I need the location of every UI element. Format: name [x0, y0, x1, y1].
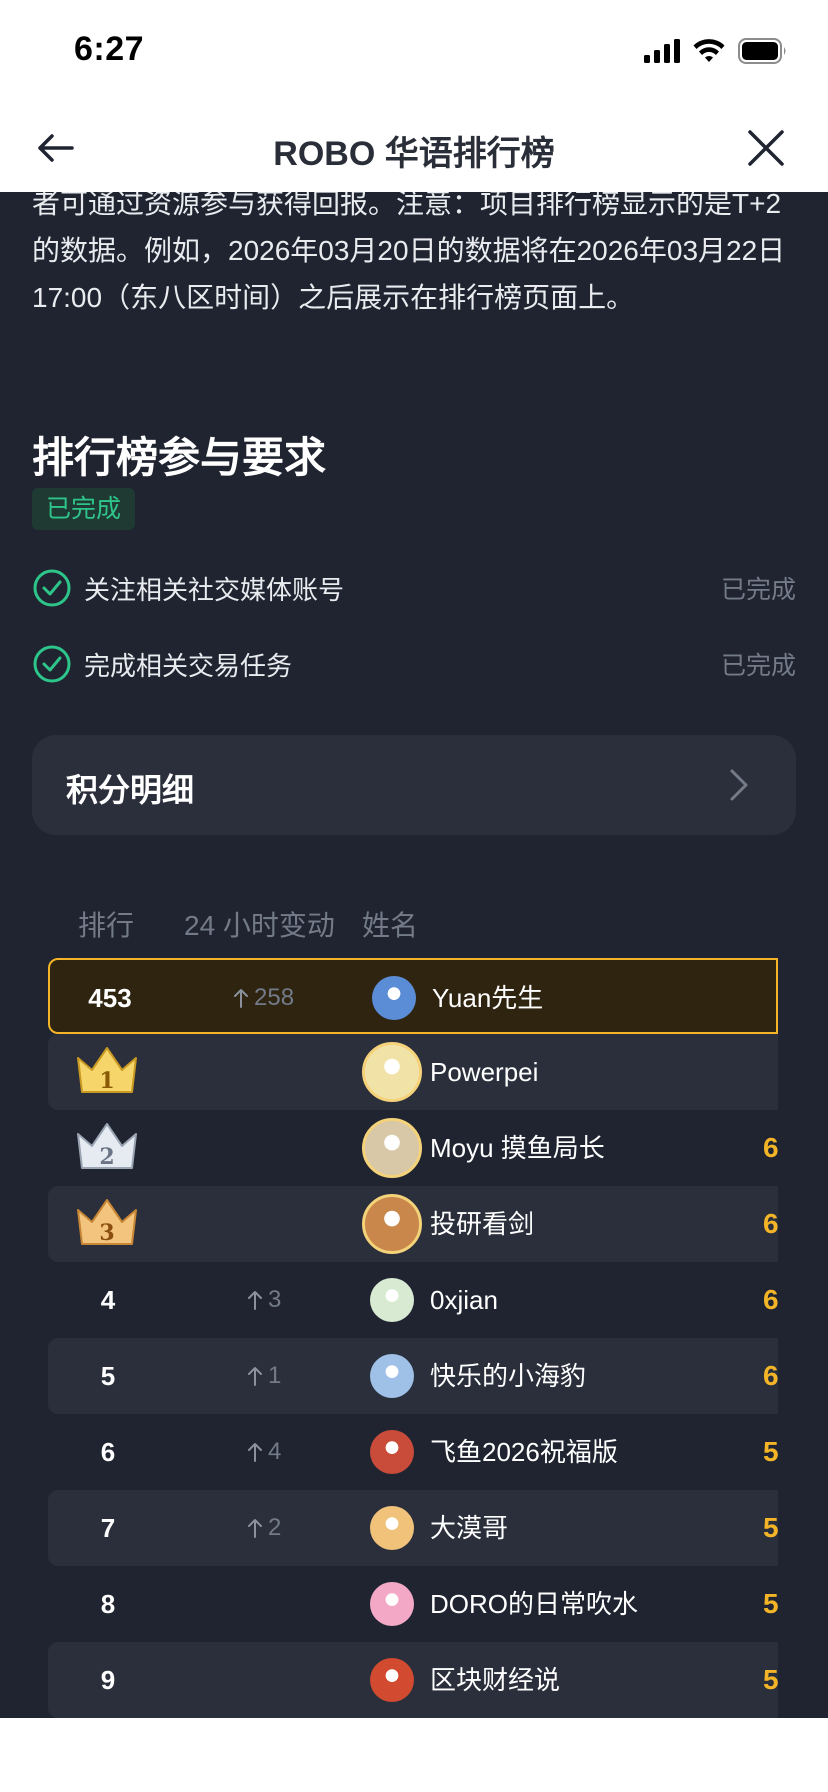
arrow-up-icon	[248, 1519, 262, 1538]
user-name: Powerpei	[430, 1057, 539, 1087]
user-name: Moyu 摸鱼局长	[430, 1133, 605, 1163]
check-circle-icon	[33, 645, 71, 683]
wifi-icon	[693, 39, 725, 62]
bottom-safe-area	[0, 1718, 828, 1792]
rank-number: 453	[88, 983, 132, 1013]
user-name: 飞鱼2026祝福版	[430, 1437, 618, 1467]
rank-number: 8	[100, 1589, 116, 1619]
avatar	[370, 1354, 414, 1398]
avatar	[362, 1118, 422, 1178]
avatar	[372, 976, 416, 1020]
rank-change: 2	[246, 1490, 281, 1566]
rank-number: 5	[100, 1361, 116, 1391]
status-bar: 6:27	[0, 0, 828, 104]
score-value: 6	[763, 1284, 778, 1315]
crown-icon: 3	[77, 1199, 137, 1246]
content-area[interactable]: 者可通过资源参与获得回报。注意：项目排行榜显示的是T+2的数据。例如，2026年…	[0, 192, 828, 1718]
header-change: 24 小时变动	[184, 910, 335, 941]
table-row[interactable]: 9 区块财经说 5	[48, 1642, 778, 1718]
table-row[interactable]: 6 4 飞鱼2026祝福版 5	[48, 1414, 778, 1490]
rank-change-value: 258	[254, 984, 295, 1011]
requirement-item-social: 关注相关社交媒体账号 已完成	[32, 564, 796, 612]
avatar	[370, 1430, 414, 1474]
close-icon[interactable]	[744, 126, 788, 170]
leaderboard-header: 排行 24 小时变动 姓名	[0, 904, 828, 944]
table-row[interactable]: 4 3 0xjian 6	[48, 1262, 778, 1338]
user-name: 大漠哥	[430, 1513, 509, 1543]
header-name: 姓名	[362, 910, 419, 941]
rank-change-value: 1	[268, 1362, 282, 1389]
rank-change: 4	[246, 1414, 281, 1490]
rank-change-value: 2	[268, 1514, 282, 1541]
crown-rank-number: 1	[99, 1068, 114, 1094]
table-row[interactable]: 2 Moyu 摸鱼局长 6	[48, 1110, 778, 1186]
signal-icon	[644, 39, 680, 63]
avatar	[362, 1042, 422, 1102]
user-name: 投研看剑	[430, 1209, 535, 1239]
rank-number: 9	[100, 1665, 116, 1695]
table-row[interactable]: 5 1 快乐的小海豹 6	[48, 1338, 778, 1414]
rank-number: 6	[100, 1437, 116, 1467]
score-value: 9	[776, 960, 778, 1036]
rank-change: 1	[246, 1338, 281, 1414]
table-row[interactable]: 1 Powerpei	[48, 1034, 778, 1110]
rank-number: 4	[100, 1285, 116, 1315]
arrow-up-icon	[234, 989, 248, 1008]
requirements-title: 排行榜参与要求	[32, 434, 327, 481]
status-icons	[644, 38, 788, 64]
battery-icon	[738, 38, 786, 64]
avatar	[370, 1278, 414, 1322]
rank-change: 258	[232, 960, 294, 1036]
user-name: DORO的日常吹水	[430, 1589, 639, 1619]
crown-rank-number: 2	[99, 1144, 114, 1170]
crown-icon: 1	[77, 1047, 137, 1094]
rank-number: 7	[100, 1513, 116, 1543]
table-row[interactable]: 7 2 大漠哥 5	[48, 1490, 778, 1566]
arrow-up-icon	[248, 1443, 262, 1462]
avatar	[362, 1194, 422, 1254]
avatar	[370, 1582, 414, 1626]
score-value: 6	[763, 1132, 778, 1163]
nav-bar: ROBO 华语排行榜	[0, 104, 828, 192]
requirement-status: 已完成	[720, 652, 796, 680]
status-time: 6:27	[74, 30, 145, 68]
table-row[interactable]: 3 投研看剑 6	[48, 1186, 778, 1262]
points-detail-card[interactable]: 积分明细	[32, 735, 796, 835]
user-name: 快乐的小海豹	[430, 1361, 587, 1391]
score-value: 5	[763, 1436, 778, 1467]
avatar	[370, 1506, 414, 1550]
arrow-up-icon	[248, 1367, 262, 1386]
user-name: Yuan先生	[432, 983, 544, 1013]
requirement-status: 已完成	[720, 576, 796, 604]
score-value: 5	[763, 1512, 778, 1543]
rank-change-value: 4	[268, 1438, 282, 1465]
requirement-item-trade: 完成相关交易任务 已完成	[32, 640, 796, 688]
user-name: 0xjian	[430, 1285, 498, 1315]
requirements-status-badge: 已完成	[32, 488, 136, 530]
score-value: 6	[763, 1208, 778, 1239]
check-circle-icon	[33, 569, 71, 607]
chevron-right-icon	[730, 769, 748, 801]
avatar	[370, 1658, 414, 1702]
header-rank: 排行	[78, 910, 135, 941]
page-title: ROBO 华语排行榜	[273, 135, 555, 173]
arrow-up-icon	[248, 1291, 262, 1310]
leaderboard-rows[interactable]: 453258Yuan先生91Powerpei2Moyu 摸鱼局长63投研看剑64…	[48, 958, 778, 1718]
score-value: 6	[763, 1360, 778, 1391]
leaderboard-description: 者可通过资源参与获得回报。注意：项目排行榜显示的是T+2的数据。例如，2026年…	[32, 192, 786, 313]
requirement-label: 完成相关交易任务	[84, 650, 293, 681]
requirement-label: 关注相关社交媒体账号	[84, 574, 345, 605]
points-detail-label: 积分明细	[66, 772, 195, 808]
score-value: 5	[763, 1664, 778, 1695]
score-value: 5	[763, 1588, 778, 1619]
my-rank-row[interactable]: 453 258 Yuan先生 9	[48, 958, 778, 1034]
rank-change-value: 3	[268, 1286, 282, 1313]
crown-icon: 2	[77, 1123, 137, 1170]
table-row[interactable]: 8 DORO的日常吹水 5	[48, 1566, 778, 1642]
rank-change: 3	[246, 1262, 281, 1338]
crown-rank-number: 3	[99, 1220, 114, 1246]
user-name: 区块财经说	[430, 1665, 561, 1695]
